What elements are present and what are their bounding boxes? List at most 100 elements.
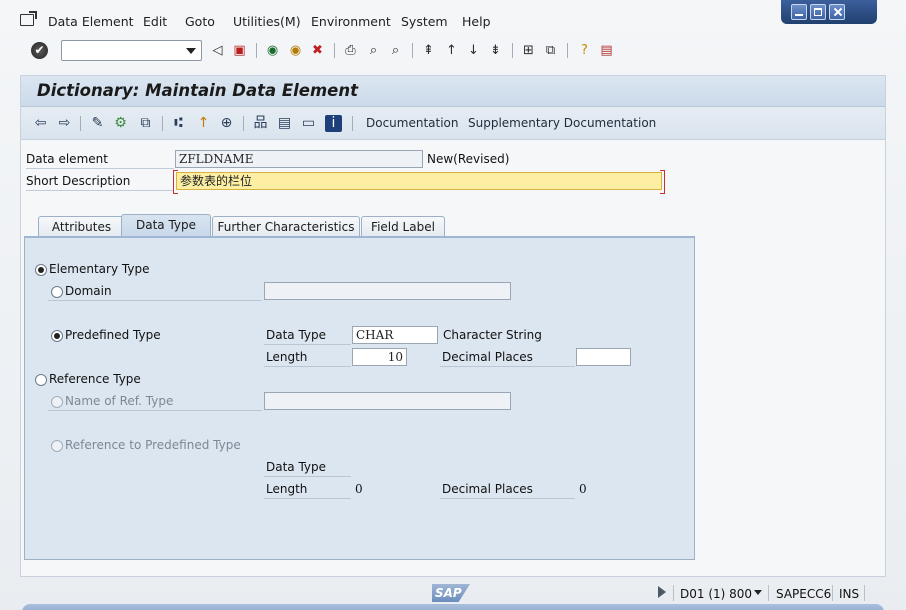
status-text: New(Revised) <box>427 152 510 166</box>
ref-length-value: 0 <box>355 482 363 496</box>
menu-data-element[interactable]: Data Element <box>48 14 134 29</box>
reference-type-radio[interactable] <box>35 374 47 386</box>
back-arrow-icon[interactable]: ⇦ <box>32 115 49 132</box>
domain-field[interactable] <box>264 282 511 300</box>
status-expand-icon[interactable] <box>658 586 666 598</box>
menu-exit-icon[interactable] <box>20 11 37 26</box>
first-page-icon[interactable]: ⇞ <box>420 42 437 59</box>
chevron-down-icon[interactable] <box>186 48 196 54</box>
print-icon[interactable]: ⎙ <box>342 42 359 59</box>
toolbar-separator <box>243 116 244 131</box>
find-next-icon[interactable]: ⌕ <box>387 42 404 59</box>
maximize-icon[interactable] <box>810 4 826 20</box>
elementary-type-radio[interactable] <box>35 264 47 276</box>
back-arrow-icon[interactable]: ◁ <box>209 42 226 59</box>
menu-utilities[interactable]: Utilities(M) <box>233 14 301 29</box>
menu-goto[interactable]: Goto <box>185 14 215 29</box>
tab-data-type[interactable]: Data Type <box>121 214 211 237</box>
toolbar-separator <box>352 116 353 131</box>
label-underline <box>48 300 262 301</box>
insert-mode: INS <box>839 587 860 601</box>
tab-attributes[interactable]: Attributes <box>38 216 125 237</box>
enter-check-icon[interactable]: ✔ <box>31 42 48 59</box>
info-icon[interactable]: i <box>325 115 342 132</box>
label-underline <box>264 476 351 477</box>
tab-further-characteristics[interactable]: Further Characteristics <box>212 216 360 237</box>
close-icon[interactable] <box>829 4 845 20</box>
documentation-button[interactable]: Documentation <box>366 116 459 130</box>
page-title: Dictionary: Maintain Data Element <box>37 81 358 100</box>
system-info[interactable]: D01 (1) 800 <box>680 587 752 601</box>
domain-radio[interactable] <box>51 286 63 298</box>
name-of-ref-type-label: Name of Ref. Type <box>65 394 174 408</box>
ref-data-type-label: Data Type <box>266 460 327 474</box>
status-separator <box>673 585 674 601</box>
decimal-places-label: Decimal Places <box>442 350 533 364</box>
toolbar-separator <box>334 43 335 58</box>
find-icon[interactable]: ⌕ <box>365 42 382 59</box>
where-used-icon[interactable]: ⑆ <box>170 115 187 132</box>
save-icon[interactable]: ▣ <box>231 42 248 59</box>
command-field[interactable] <box>61 40 202 61</box>
cancel-icon[interactable]: ✖ <box>309 42 326 59</box>
layout-menu-icon[interactable]: ▤ <box>598 42 615 59</box>
label-underline <box>264 366 351 367</box>
previous-page-icon[interactable]: ↑ <box>443 42 460 59</box>
forward-arrow-icon[interactable]: ⇨ <box>56 115 73 132</box>
supplementary-documentation-button[interactable]: Supplementary Documentation <box>468 116 656 130</box>
tab-field-label[interactable]: Field Label <box>361 216 445 237</box>
data-element-label: Data element <box>26 152 108 166</box>
server-name: SAPECC6 <box>776 587 832 601</box>
ref-predefined-type-radio[interactable] <box>51 440 63 452</box>
back-icon[interactable]: ◉ <box>264 42 281 59</box>
toolbar-separator <box>162 116 163 131</box>
ref-predefined-type-label: Reference to Predefined Type <box>65 438 241 452</box>
check-icon[interactable]: ↑ <box>195 115 212 132</box>
status-separator <box>832 585 833 601</box>
label-underline <box>440 498 575 499</box>
window-controls <box>781 0 877 24</box>
chevron-down-icon[interactable] <box>754 590 762 595</box>
focus-bracket <box>173 170 178 194</box>
name-of-ref-type-radio[interactable] <box>51 396 63 408</box>
length-field[interactable]: 10 <box>352 348 407 366</box>
display-change-icon[interactable]: ✎ <box>89 115 106 132</box>
elementary-type-label: Elementary Type <box>49 262 150 276</box>
predefined-type-radio[interactable] <box>51 330 63 342</box>
command-input[interactable] <box>62 41 180 60</box>
short-description-input[interactable]: 参数表的栏位 <box>173 170 665 194</box>
help-icon[interactable]: ? <box>576 42 593 59</box>
next-page-icon[interactable]: ↓ <box>465 42 482 59</box>
last-page-icon[interactable]: ⇟ <box>487 42 504 59</box>
menu-help[interactable]: Help <box>462 14 491 29</box>
shortcut-icon[interactable]: ⧉ <box>542 42 559 59</box>
short-description-value: 参数表的栏位 <box>180 174 253 188</box>
sap-logo: SAP <box>432 584 470 602</box>
minimize-icon[interactable] <box>791 4 807 20</box>
data-element-field[interactable]: ZFLDNAME <box>175 150 423 168</box>
activate-icon[interactable]: ⚙ <box>112 115 129 132</box>
display-object-list-icon[interactable]: ▤ <box>276 115 293 132</box>
other-object-icon[interactable]: ⧉ <box>137 115 154 132</box>
label-underline <box>48 410 262 411</box>
menu-system[interactable]: System <box>401 14 448 29</box>
menu-environment[interactable]: Environment <box>311 14 391 29</box>
decimal-places-field[interactable] <box>576 348 631 366</box>
exit-icon[interactable]: ◉ <box>287 42 304 59</box>
domain-label: Domain <box>65 284 112 298</box>
data-type-field[interactable]: CHAR <box>352 326 438 344</box>
reference-type-label: Reference Type <box>49 372 141 386</box>
toolbar-separator <box>412 43 413 58</box>
menu-edit[interactable]: Edit <box>143 14 167 29</box>
title-bar: Dictionary: Maintain Data Element <box>21 76 885 107</box>
toolbar-separator <box>567 43 568 58</box>
hierarchy-icon[interactable]: 品 <box>252 115 269 132</box>
status-separator <box>864 585 865 601</box>
name-of-ref-type-field[interactable] <box>264 392 511 410</box>
navigation-icon[interactable]: ⊕ <box>218 115 235 132</box>
status-separator <box>768 585 769 601</box>
new-session-icon[interactable]: ⊞ <box>520 42 537 59</box>
label-underline <box>26 190 174 191</box>
table-icon[interactable]: ▭ <box>300 115 317 132</box>
toolbar-separator <box>80 116 81 131</box>
